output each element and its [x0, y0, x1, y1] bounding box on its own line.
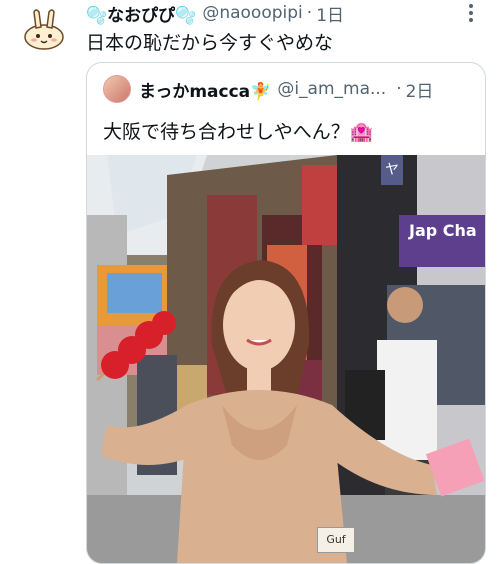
more-vertical-icon[interactable] — [462, 2, 480, 24]
tweet-text: 日本の恥だから今すぐやめな — [86, 32, 334, 54]
quoted-author-avatar[interactable] — [103, 75, 131, 103]
quoted-tweet-card[interactable]: まっかmacca🧚 @i_am_ma... · 2日 大阪で待ち合わせしやへん？… — [86, 62, 486, 564]
quoted-tweet-photo[interactable]: Jap Cha ヤ Guf — [87, 155, 485, 563]
quoted-author-handle[interactable]: @i_am_ma... — [277, 79, 386, 99]
photo-sign-banner: Jap Cha — [399, 215, 485, 267]
quoted-author-display-name[interactable]: まっかmacca🧚 — [139, 77, 271, 102]
tweet-header: 🫧なおぴぴ🫧 @naooopipi · 1日 — [86, 0, 484, 26]
tweet-timestamp[interactable]: 1日 — [316, 1, 344, 26]
quoted-tweet-header: まっかmacca🧚 @i_am_ma... · 2日 — [103, 75, 475, 103]
more-options-icon — [469, 4, 473, 22]
photo-sign-small: ヤ — [381, 155, 403, 185]
author-display-name[interactable]: 🫧なおぴぴ🫧 — [86, 1, 196, 26]
chiikawa-rabbit-avatar-image — [24, 9, 64, 50]
tweet-author-avatar[interactable] — [20, 6, 68, 54]
quoted-timestamp[interactable]: 2日 — [406, 77, 434, 102]
quoted-tweet-text: 大阪で待ち合わせしやへん？🏩 — [103, 121, 374, 143]
author-handle[interactable]: @naooopipi — [202, 3, 302, 23]
separator-dot: · — [306, 3, 313, 23]
separator-dot: · — [396, 79, 402, 99]
photo-shop-sign: Guf — [317, 527, 355, 553]
